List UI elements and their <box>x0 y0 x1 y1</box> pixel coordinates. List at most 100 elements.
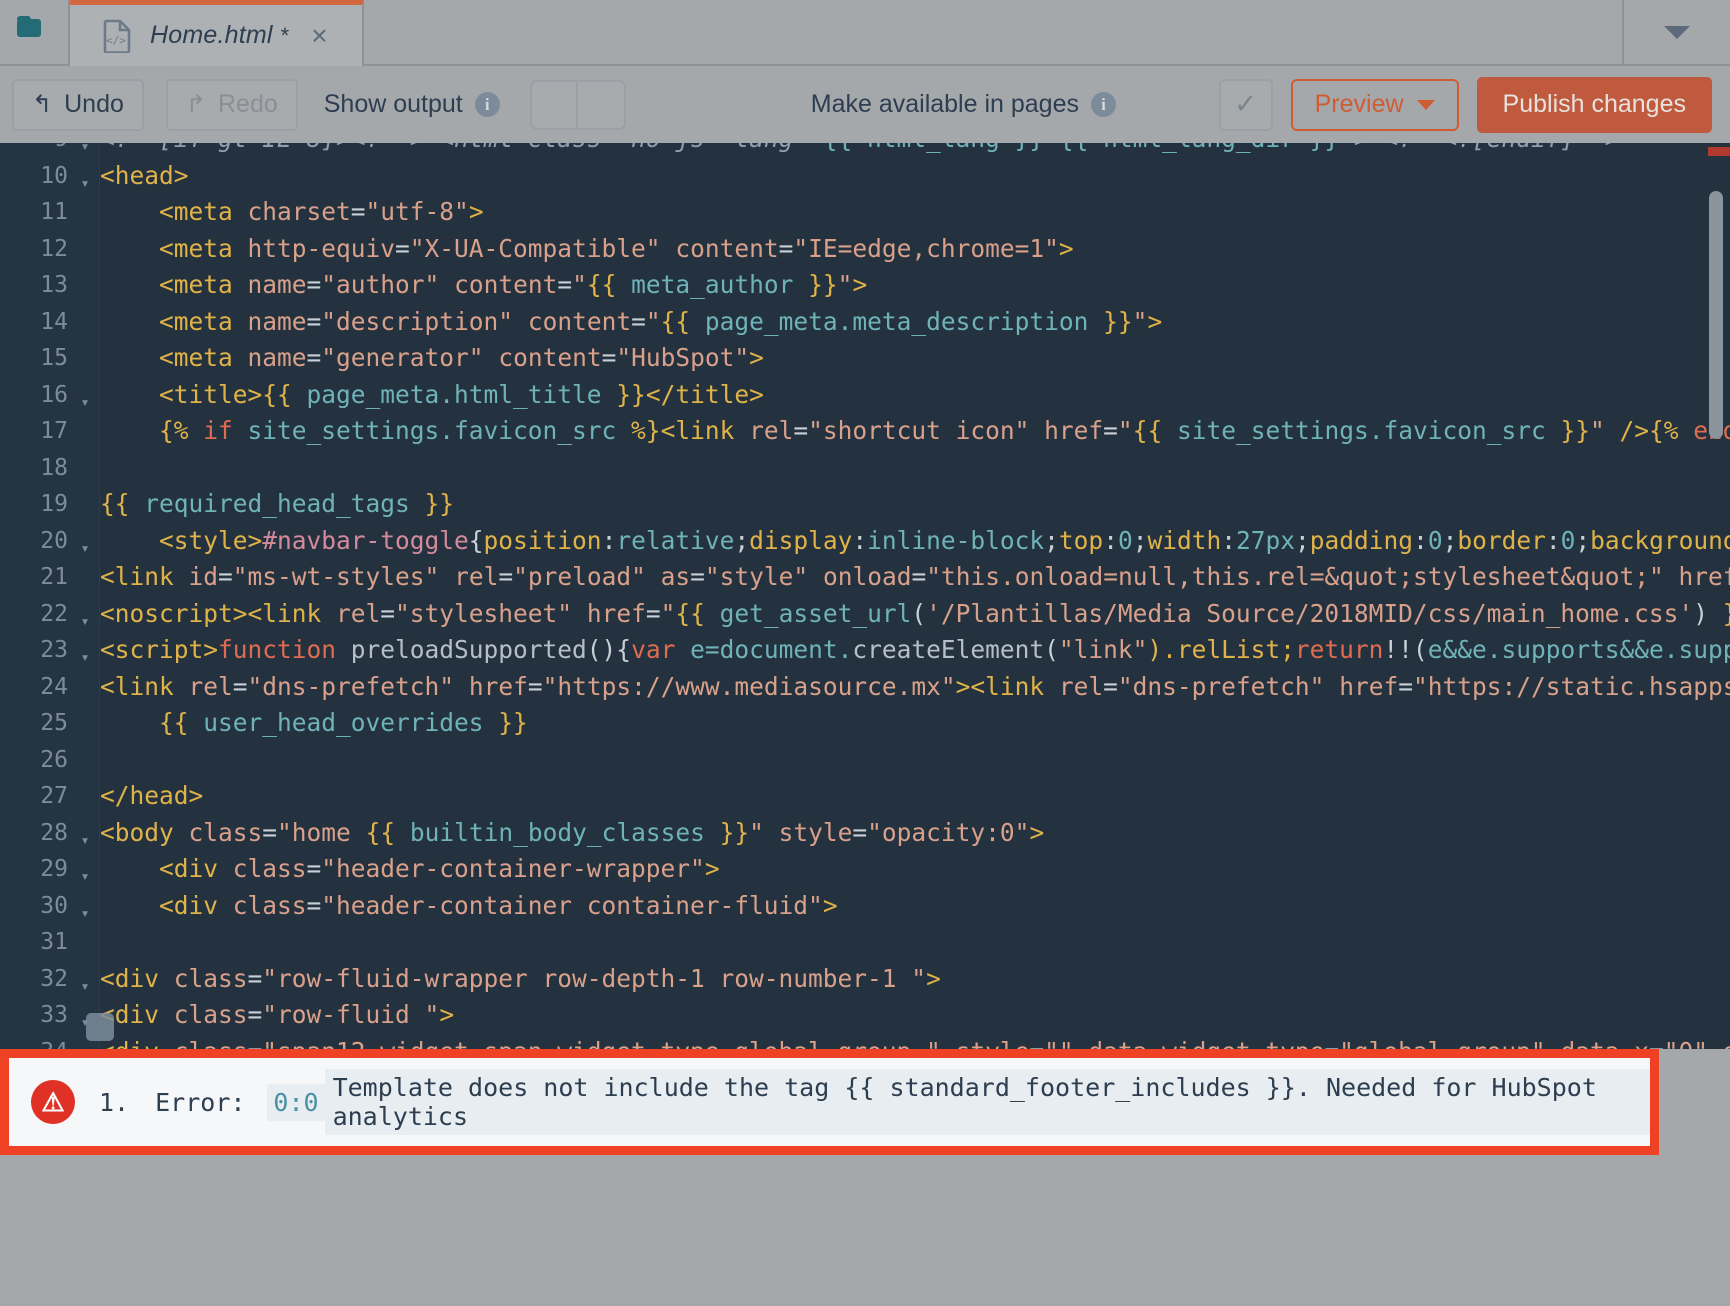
fold-arrow-icon[interactable] <box>70 267 100 274</box>
code-text: <link rel="dns-prefetch" href="https://w… <box>100 671 1730 701</box>
editor-vertical-scrollbar[interactable] <box>1709 191 1723 439</box>
info-icon[interactable]: i <box>474 92 500 117</box>
code-line[interactable]: 27 </head> <box>0 778 1730 815</box>
show-output-toggle-left[interactable] <box>529 79 578 130</box>
redo-button[interactable]: ↱ Redo <box>165 78 298 131</box>
show-output-toggle[interactable] <box>529 79 626 130</box>
fold-arrow-icon[interactable] <box>70 413 100 420</box>
info-icon[interactable]: i <box>1090 92 1116 117</box>
code-text: <body class="home {{ builtin_body_classe… <box>100 817 1045 847</box>
editor-toolbar: ↰ Undo ↱ Redo Show output i Make availab… <box>0 66 1730 143</box>
file-browser-toggle[interactable] <box>0 0 70 66</box>
code-text: <div class="row-fluid-wrapper row-depth-… <box>100 963 941 993</box>
code-line[interactable]: 10 ▾ <head> <box>0 158 1730 195</box>
tab-overflow-button[interactable] <box>1622 0 1730 66</box>
code-line[interactable]: 13 <meta name="author" content="{{ meta_… <box>0 267 1730 304</box>
code-text: {{ required_head_tags }} <box>100 489 455 518</box>
code-text: <div class="span12 widget-span widget-ty… <box>100 1034 1730 1050</box>
code-line[interactable]: 12 <meta http-equiv="X-UA-Compatible" co… <box>0 231 1730 268</box>
fold-arrow-icon[interactable] <box>70 486 100 493</box>
make-available-group: Make available in pages i <box>811 90 1116 119</box>
line-number: 23 <box>40 637 68 663</box>
code-line[interactable]: 25 {{ user_head_overrides }} <box>0 705 1730 742</box>
close-icon[interactable]: × <box>311 21 327 50</box>
code-text: <div class="row-fluid "> <box>100 1000 455 1029</box>
fold-arrow-icon[interactable] <box>70 669 100 676</box>
code-text: <style>#navbar-toggle{position:relative;… <box>100 525 1730 555</box>
redo-label: Redo <box>217 90 278 118</box>
caret-down-icon <box>1416 99 1435 110</box>
code-line[interactable]: 9▾<!--[if gt IE 8]><!--> <html class="no… <box>0 143 1730 158</box>
line-number: 10 <box>40 162 68 189</box>
code-text: <title>{{ page_meta.html_title }}</title… <box>100 379 764 409</box>
line-number: 29 <box>40 856 68 882</box>
error-panel-side-filler <box>1659 1049 1730 1155</box>
publish-changes-button[interactable]: Publish changes <box>1476 76 1712 133</box>
code-line[interactable]: 11 <meta charset="utf-8"> <box>0 194 1730 231</box>
code-line[interactable]: 22 ▾ <noscript><link rel="stylesheet" href… <box>0 596 1730 633</box>
fold-arrow-icon[interactable] <box>70 194 100 201</box>
fold-arrow-icon[interactable] <box>70 778 100 785</box>
line-number: 28 <box>40 819 68 846</box>
line-number: 26 <box>40 746 68 773</box>
editor-tab-home-html[interactable]: </> Home.html * × <box>70 0 364 66</box>
make-available-label: Make available in pages <box>810 90 1079 118</box>
line-number: 16 <box>40 381 68 408</box>
show-output-toggle-right[interactable] <box>577 79 626 130</box>
code-line[interactable]: 33 ▾ <div class="row-fluid "> <box>0 997 1730 1034</box>
code-text: {{ user_head_overrides }} <box>159 708 528 737</box>
tab-title: Home.html <box>150 21 273 49</box>
code-line[interactable]: 17 {% if site_settings.favicon_src %}<li… <box>0 413 1730 450</box>
code-line[interactable]: 29 ▾ <div class="header-container-wrapper… <box>0 851 1730 888</box>
undo-button[interactable]: ↰ Undo <box>12 78 144 131</box>
code-line[interactable]: 23 ▾ <script>function preloadSupported(){v… <box>0 632 1730 669</box>
code-line[interactable]: 26 <box>0 742 1730 779</box>
error-panel: ⚠ 1. Error: 0:0 Template does not includ… <box>0 1049 1659 1155</box>
code-line[interactable]: 28 ▾ <body class="home {{ builtin_body_cla… <box>0 815 1730 852</box>
error-label: Error: <box>155 1087 246 1117</box>
preview-button[interactable]: Preview <box>1290 78 1459 131</box>
tab-bar: </> Home.html * × <box>0 0 1730 66</box>
bottom-filler <box>0 1155 1730 1306</box>
fold-arrow-icon[interactable] <box>70 705 100 712</box>
line-number: 14 <box>40 308 68 335</box>
code-line[interactable]: 24 <link rel="dns-prefetch" href="https:/… <box>0 669 1730 706</box>
line-number: 22 <box>40 600 68 627</box>
code-line[interactable]: 20 ▾ <style>#navbar-toggle{position:relat… <box>0 523 1730 560</box>
code-line[interactable]: 15 <meta name="generator" content="HubSp… <box>0 340 1730 377</box>
code-text: <div class="header-container-wrapper"> <box>100 854 720 883</box>
code-text: <meta charset="utf-8"> <box>100 197 484 226</box>
fold-arrow-icon[interactable] <box>70 924 100 931</box>
line-number: 11 <box>40 199 68 225</box>
code-line[interactable]: 32 ▾ <div class="row-fluid-wrapper row-dep… <box>0 961 1730 998</box>
code-line[interactable]: 16 ▾ <title>{{ page_meta.html_title }}</t… <box>0 377 1730 414</box>
tab-bar-empty-space <box>364 0 1622 66</box>
fold-arrow-icon[interactable] <box>70 450 100 457</box>
fold-arrow-icon[interactable] <box>70 559 100 566</box>
code-line[interactable]: 31 <box>0 924 1730 961</box>
fold-arrow-icon[interactable] <box>70 742 100 749</box>
code-text: </head> <box>100 781 204 810</box>
code-line[interactable]: 19 {{ required_head_tags }} <box>0 486 1730 523</box>
fold-handle[interactable] <box>86 1013 114 1041</box>
fold-arrow-icon[interactable] <box>70 340 100 347</box>
code-line[interactable]: 34▾<div class="span12 widget-span widget… <box>0 1034 1730 1050</box>
code-line[interactable]: 21 <link id="ms-wt-styles" rel="preload" … <box>0 559 1730 596</box>
code-file-icon: </> <box>102 19 132 54</box>
fold-arrow-icon[interactable] <box>70 304 100 311</box>
fold-arrow-icon[interactable] <box>70 231 100 238</box>
saved-state-button[interactable]: ✓ <box>1218 78 1273 131</box>
code-text: <head> <box>100 160 189 190</box>
undo-arrow-icon: ↰ <box>32 90 53 118</box>
code-content[interactable]: 9▾<!--[if gt IE 8]><!--> <html class="no… <box>0 143 1730 1049</box>
code-text: <link id="ms-wt-styles" rel="preload" as… <box>100 562 1730 591</box>
line-number: 13 <box>40 272 68 298</box>
code-line[interactable]: 14 <meta name="description" content="{{ … <box>0 304 1730 341</box>
error-message: Template does not include the tag {{ sta… <box>324 1069 1650 1135</box>
code-line[interactable]: 30 ▾ <div class="header-container contain… <box>0 888 1730 925</box>
code-text: <meta name="author" content="{{ meta_aut… <box>100 270 868 299</box>
folder-icon <box>15 14 53 51</box>
code-editor[interactable]: 9▾<!--[if gt IE 8]><!--> <html class="no… <box>0 143 1730 1049</box>
code-line[interactable]: 18 <box>0 450 1730 487</box>
svg-text:</>: </> <box>106 34 126 47</box>
